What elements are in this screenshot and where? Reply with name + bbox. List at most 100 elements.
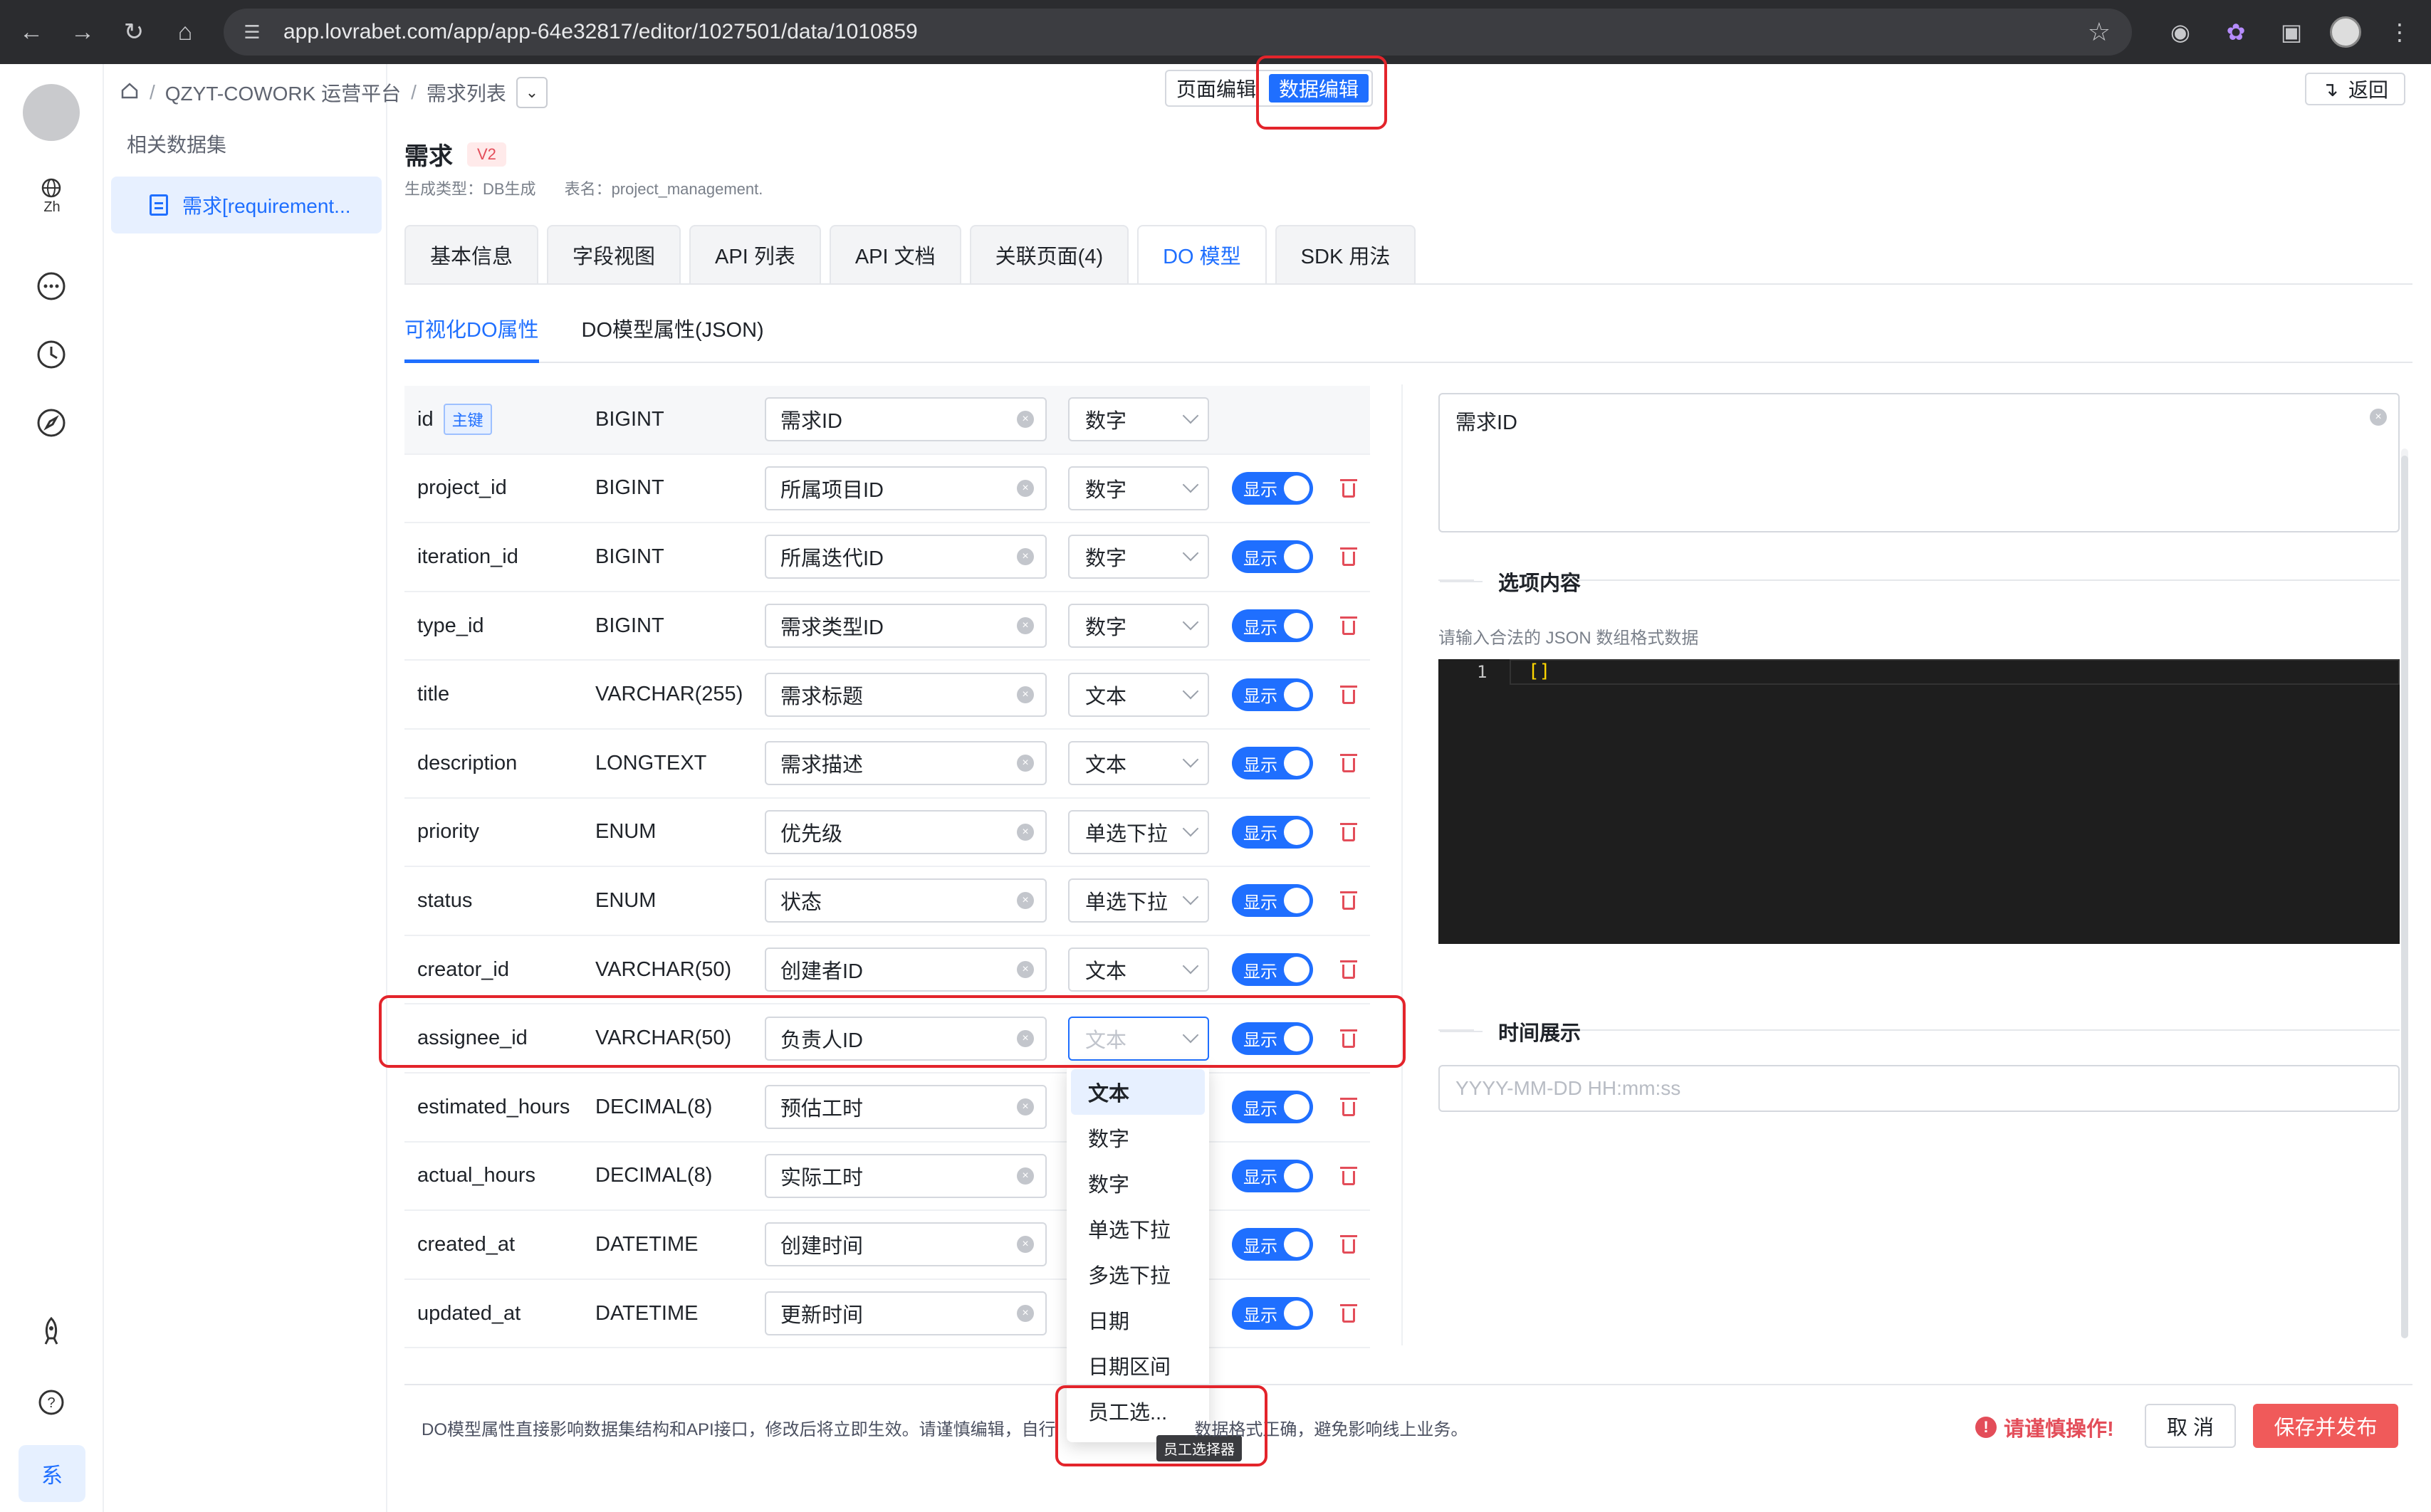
field-label-input[interactable]: 所属项目ID × [765,466,1047,510]
history-clock-icon[interactable] [34,337,68,372]
delete-icon[interactable] [1339,1234,1359,1255]
field-label-input[interactable]: 更新时间 × [765,1291,1047,1336]
rocket-icon[interactable] [34,1314,68,1348]
system-button[interactable]: 系 [19,1445,85,1502]
user-avatar[interactable] [23,84,80,141]
delete-icon[interactable] [1339,1303,1359,1324]
dropdown-option[interactable]: 数字 [1071,1160,1205,1206]
cancel-button[interactable]: 取 消 [2145,1404,2236,1448]
clear-icon[interactable]: × [1017,1236,1034,1254]
show-toggle[interactable]: 显示 [1232,953,1313,987]
home-icon[interactable]: ⌂ [165,12,205,52]
field-label-input[interactable]: 创建者ID × [765,947,1047,992]
help-icon[interactable]: ? [34,1385,68,1419]
field-label-input[interactable]: 需求描述 × [765,741,1047,786]
breadcrumb-root[interactable]: QZYT-COWORK 运营平台 [165,78,401,107]
delete-icon[interactable] [1339,821,1359,843]
tab-item[interactable]: API 列表 [689,225,821,283]
delete-icon[interactable] [1339,959,1359,980]
extensions-puzzle-icon[interactable]: ▣ [2274,15,2309,49]
show-toggle[interactable]: 显示 [1232,1297,1313,1330]
subtab-item[interactable]: 可视化DO属性 [404,305,539,363]
dropdown-option[interactable]: 单选下拉 [1071,1206,1205,1251]
field-label-input[interactable]: 需求类型ID × [765,604,1047,649]
sidebar-item-requirement[interactable]: 需求[requirement... [111,177,382,233]
forward-arrow-icon[interactable]: → [63,12,103,52]
tab-item[interactable]: API 文档 [829,225,961,283]
widget-type-select[interactable]: 数字 [1068,535,1209,579]
clear-icon[interactable]: × [1017,1167,1034,1185]
tab-item[interactable]: 字段视图 [547,225,681,283]
delete-icon[interactable] [1339,1096,1359,1118]
widget-type-select[interactable]: 单选下拉 [1068,878,1209,923]
tab-item[interactable]: SDK 用法 [1275,225,1416,283]
clear-icon[interactable]: × [1017,823,1034,841]
clear-icon[interactable]: × [1017,411,1034,429]
field-label-input[interactable]: 创建时间 × [765,1222,1047,1267]
delete-icon[interactable] [1339,546,1359,567]
show-toggle[interactable]: 显示 [1232,1159,1313,1192]
tab-item[interactable]: DO 模型 [1137,225,1267,283]
delete-icon[interactable] [1339,684,1359,705]
widget-type-select[interactable]: 文本 [1068,672,1209,717]
show-toggle[interactable]: 显示 [1232,1228,1313,1261]
save-publish-button[interactable]: 保存并发布 [2253,1404,2398,1448]
field-label-input[interactable]: 实际工时 × [765,1153,1047,1198]
show-toggle[interactable]: 显示 [1232,747,1313,780]
widget-type-select[interactable]: 文本 [1068,1016,1209,1061]
back-button[interactable]: ↴ 返回 [2304,73,2405,105]
clear-icon[interactable]: × [1017,892,1034,910]
delete-icon[interactable] [1339,752,1359,774]
show-toggle[interactable]: 显示 [1232,1091,1313,1124]
bookmark-star-icon[interactable]: ☆ [2088,17,2111,47]
clear-icon[interactable]: × [1017,686,1034,703]
time-format-input[interactable]: YYYY-MM-DD HH:mm:ss [1438,1065,2400,1112]
description-textarea[interactable]: 需求ID × [1438,393,2400,532]
show-toggle[interactable]: 显示 [1232,1022,1313,1055]
widget-type-select[interactable]: 数字 [1068,397,1209,442]
scrollbar-thumb[interactable] [2401,456,2408,1338]
show-toggle[interactable]: 显示 [1232,678,1313,711]
delete-icon[interactable] [1339,615,1359,636]
field-label-input[interactable]: 需求标题 × [765,672,1047,717]
extension-color-icon[interactable]: ✿ [2219,15,2253,49]
tab-item[interactable]: 基本信息 [404,225,539,283]
chevron-down-icon[interactable]: ⌄ [516,77,548,108]
show-toggle[interactable]: 显示 [1232,540,1313,574]
dropdown-option[interactable]: 日期 [1071,1297,1205,1343]
clear-icon[interactable]: × [1017,755,1034,772]
json-code-editor[interactable]: 1 [] [1438,659,2400,944]
widget-type-select[interactable]: 数字 [1068,604,1209,649]
clear-icon[interactable]: × [1017,1029,1034,1047]
show-toggle[interactable]: 显示 [1232,884,1313,918]
profile-avatar[interactable] [2330,16,2361,48]
dropdown-option[interactable]: 多选下拉 [1071,1251,1205,1297]
clear-icon[interactable]: × [1017,548,1034,566]
back-arrow-icon[interactable]: ← [11,12,51,52]
page-edit-button[interactable]: 页面编辑 [1166,71,1266,105]
widget-type-select[interactable]: 单选下拉 [1068,809,1209,854]
show-toggle[interactable]: 显示 [1232,815,1313,849]
field-label-input[interactable]: 负责人ID × [765,1016,1047,1061]
home-icon[interactable] [120,80,140,105]
dropdown-option[interactable]: 日期区间 [1071,1343,1205,1388]
chat-icon[interactable] [34,269,68,303]
more-menu-icon[interactable]: ⋮ [2383,15,2417,49]
widget-type-select[interactable]: 数字 [1068,466,1209,510]
site-settings-icon[interactable]: ☰ [238,18,266,46]
field-label-input[interactable]: 状态 × [765,878,1047,923]
field-label-input[interactable]: 优先级 × [765,809,1047,854]
delete-icon[interactable] [1339,1165,1359,1187]
subtab-item[interactable]: DO模型属性(JSON) [582,305,764,363]
widget-type-select[interactable]: 文本 [1068,947,1209,992]
field-label-input[interactable]: 所属迭代ID × [765,535,1047,579]
clear-icon[interactable]: × [1017,479,1034,497]
tab-item[interactable]: 关联页面(4) [969,225,1129,283]
clear-icon[interactable]: × [2370,409,2387,426]
clear-icon[interactable]: × [1017,961,1034,979]
address-bar[interactable]: ☰ app.lovrabet.com/app/app-64e32817/edit… [224,9,2132,56]
compass-icon[interactable] [34,406,68,440]
data-edit-button[interactable]: 数据编辑 [1269,74,1369,103]
dropdown-option[interactable]: 文本 [1071,1069,1205,1115]
field-label-input[interactable]: 预估工时 × [765,1085,1047,1130]
